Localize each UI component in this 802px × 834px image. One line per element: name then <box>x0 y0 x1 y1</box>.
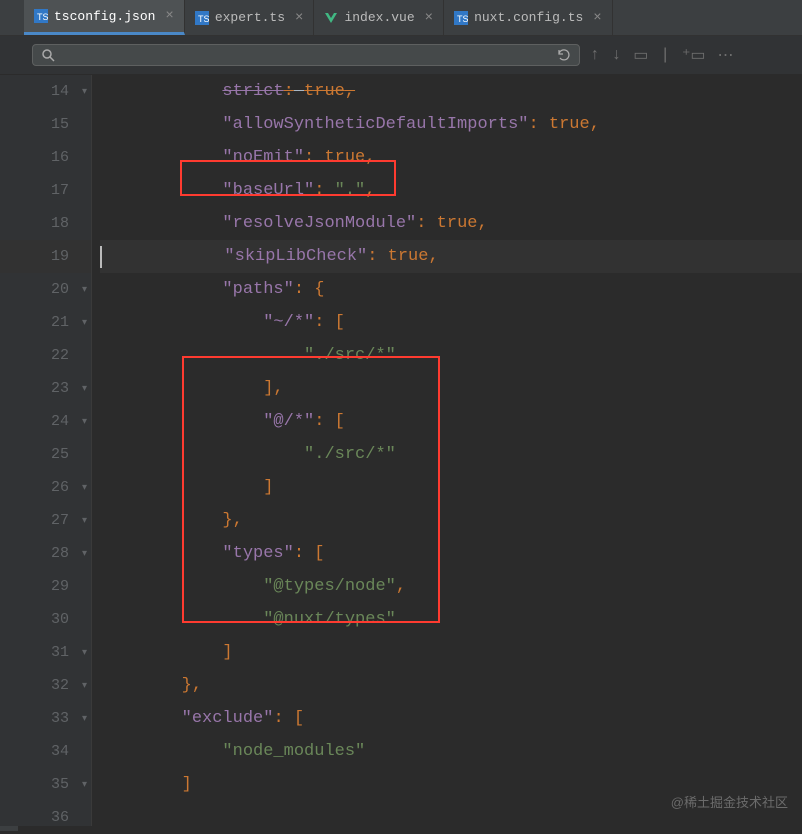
line-number: 24▾ <box>0 405 91 438</box>
code-line[interactable]: "noEmit": true, <box>100 141 802 174</box>
code-line[interactable]: "@/*": [ <box>100 405 802 438</box>
close-icon[interactable]: × <box>165 8 173 24</box>
history-icon[interactable] <box>557 48 571 62</box>
code-line[interactable]: "@types/node", <box>100 570 802 603</box>
code-line[interactable]: "./src/*" <box>100 339 802 372</box>
tab-label: tsconfig.json <box>54 9 155 24</box>
fold-icon[interactable]: ▾ <box>82 284 87 296</box>
svg-text:TS: TS <box>37 12 48 22</box>
watermark: @稀土掘金技术社区 <box>671 792 788 811</box>
search-icon <box>41 48 55 62</box>
toolbar-actions: ↑ ↓ ▭ | ⁺▭ ⋯ <box>590 45 734 65</box>
line-number: 15 <box>0 108 91 141</box>
code-line[interactable]: "~/*": [ <box>100 306 802 339</box>
fold-icon[interactable]: ▾ <box>82 647 87 659</box>
line-number: 21▾ <box>0 306 91 339</box>
code-line[interactable]: ], <box>100 372 802 405</box>
line-number: 31▾ <box>0 636 91 669</box>
arrow-down-icon[interactable]: ↓ <box>612 46 622 64</box>
fold-icon[interactable]: ▾ <box>82 482 87 494</box>
tab-index-vue[interactable]: index.vue × <box>314 0 444 35</box>
line-number: 16 <box>0 141 91 174</box>
code-line[interactable]: "skipLibCheck": true, <box>100 240 802 273</box>
close-icon[interactable]: × <box>593 10 601 26</box>
code-line[interactable]: "exclude": [ <box>100 702 802 735</box>
tab-label: index.vue <box>344 10 414 25</box>
code-line[interactable]: ] <box>100 636 802 669</box>
search-input[interactable] <box>32 44 580 66</box>
line-number: 23▾ <box>0 372 91 405</box>
code-line[interactable]: "@nuxt/types" <box>100 603 802 636</box>
svg-text:TS: TS <box>457 14 468 24</box>
tab-nuxt-config[interactable]: TS nuxt.config.ts × <box>444 0 613 35</box>
fold-icon[interactable]: ▾ <box>82 515 87 527</box>
fold-icon[interactable]: ▾ <box>82 317 87 329</box>
line-number: 19 <box>0 240 91 273</box>
fold-icon[interactable]: ▾ <box>82 779 87 791</box>
code-line[interactable]: }, <box>100 669 802 702</box>
line-number: 33▾ <box>0 702 91 735</box>
code-line[interactable]: strict: true, <box>100 75 802 108</box>
vue-icon <box>324 11 338 25</box>
tab-label: nuxt.config.ts <box>474 10 583 25</box>
code-line[interactable]: "types": [ <box>100 537 802 570</box>
fold-icon[interactable]: ▾ <box>82 416 87 428</box>
line-number: 17 <box>0 174 91 207</box>
line-number: 27▾ <box>0 504 91 537</box>
line-number: 32▾ <box>0 669 91 702</box>
line-number: 29 <box>0 570 91 603</box>
code-line[interactable]: "node_modules" <box>100 735 802 768</box>
line-number: 34 <box>0 735 91 768</box>
line-number: 26▾ <box>0 471 91 504</box>
search-toolbar: ↑ ↓ ▭ | ⁺▭ ⋯ <box>0 36 802 75</box>
arrow-up-icon[interactable]: ↑ <box>590 46 600 64</box>
ts-json-icon: TS <box>34 9 48 23</box>
editor-tabs: TS tsconfig.json × TS expert.ts × index.… <box>0 0 802 36</box>
code-line[interactable]: "baseUrl": ".", <box>100 174 802 207</box>
line-number: 36 <box>0 801 91 834</box>
code-line[interactable]: "allowSyntheticDefaultImports": true, <box>100 108 802 141</box>
tab-label: expert.ts <box>215 10 285 25</box>
fold-icon[interactable]: ▾ <box>82 548 87 560</box>
close-icon[interactable]: × <box>295 10 303 26</box>
more-icon[interactable]: ⋯ <box>718 45 734 65</box>
tab-tsconfig[interactable]: TS tsconfig.json × <box>24 0 185 35</box>
tab-expert[interactable]: TS expert.ts × <box>185 0 315 35</box>
close-icon[interactable]: × <box>425 10 433 26</box>
separator-icon: | <box>660 46 670 64</box>
code-line[interactable]: "./src/*" <box>100 438 802 471</box>
ts-icon: TS <box>454 11 468 25</box>
line-gutter: 14▾151617181920▾21▾2223▾24▾2526▾27▾28▾29… <box>0 75 92 826</box>
code-line[interactable]: }, <box>100 504 802 537</box>
code-area[interactable]: strict: true, "allowSyntheticDefaultImpo… <box>92 75 802 826</box>
select-all-icon[interactable]: ▭ <box>633 45 648 65</box>
fold-icon[interactable]: ▾ <box>82 86 87 98</box>
line-number: 30 <box>0 603 91 636</box>
line-number: 20▾ <box>0 273 91 306</box>
line-number: 22 <box>0 339 91 372</box>
fold-icon[interactable]: ▾ <box>82 680 87 692</box>
code-line[interactable]: ] <box>100 471 802 504</box>
line-number: 25 <box>0 438 91 471</box>
fold-icon[interactable]: ▾ <box>82 713 87 725</box>
line-number: 18 <box>0 207 91 240</box>
add-selection-icon[interactable]: ⁺▭ <box>682 45 706 65</box>
fold-icon[interactable]: ▾ <box>82 383 87 395</box>
ts-icon: TS <box>195 11 209 25</box>
code-line[interactable]: "paths": { <box>100 273 802 306</box>
svg-text:TS: TS <box>198 14 209 24</box>
line-number: 14▾ <box>0 75 91 108</box>
code-line[interactable]: "resolveJsonModule": true, <box>100 207 802 240</box>
line-number: 28▾ <box>0 537 91 570</box>
line-number: 35▾ <box>0 768 91 801</box>
code-editor[interactable]: 14▾151617181920▾21▾2223▾24▾2526▾27▾28▾29… <box>0 75 802 826</box>
